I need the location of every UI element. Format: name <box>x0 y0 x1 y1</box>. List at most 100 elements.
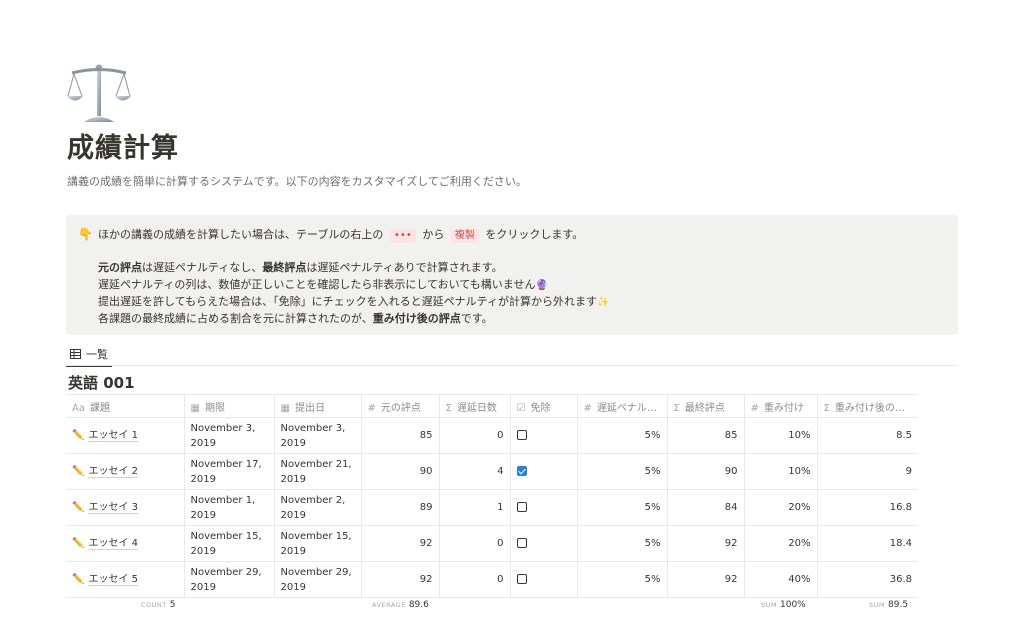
cell-due-date[interactable]: November 3, 2019 <box>184 417 275 454</box>
cell-original-score[interactable]: 90 <box>361 453 440 490</box>
cell-weighted-score[interactable]: 8.5 <box>817 417 918 454</box>
cell-weighted-score[interactable]: 36.8 <box>817 561 918 598</box>
cell-weight[interactable]: 20% <box>744 525 818 562</box>
cell-excused[interactable] <box>510 525 578 562</box>
cell-original-score[interactable]: 85 <box>361 417 440 454</box>
callout-line-3: 遅延ペナルティの列は、数値が正しいことを確認したら非表示にしておいても構いません… <box>98 276 609 293</box>
table-row[interactable]: ✏️ エッセイ 2 November 17, 2019 November 21, 20… <box>66 453 918 490</box>
column-header-late-days[interactable]: Σ 遅延日数 <box>439 394 511 418</box>
table-view-icon <box>70 349 81 359</box>
cell-due-date[interactable]: November 29, 2019 <box>184 561 275 598</box>
callout-block[interactable]: 👇 ほかの講義の成績を計算したい場合は、テーブルの右上の ••• から 複製 を… <box>66 215 958 335</box>
column-header-penalty[interactable]: # 遅延ペナル… <box>577 394 668 418</box>
cell-excused[interactable] <box>510 417 578 454</box>
cell-weight[interactable]: 40% <box>744 561 818 598</box>
pencil-icon: ✏️ <box>72 574 85 585</box>
cell-assignment[interactable]: ✏️ エッセイ 1 <box>66 417 185 454</box>
table-row[interactable]: ✏️ エッセイ 4 November 15, 2019 November 15, 20… <box>66 525 918 562</box>
scale-icon[interactable] <box>66 62 132 124</box>
table-row[interactable]: ✏️ エッセイ 1 November 3, 2019 November 3, 2019… <box>66 417 918 454</box>
callout-text: 提出遅延を許してもらえた場合は、「免除」にチェックを入れると遅延ペナルティが計算… <box>98 295 597 308</box>
page-description[interactable]: 講義の成績を簡単に計算するシステムです。以下の内容をカスタマイズしてご利用くださ… <box>67 173 527 189</box>
column-header-weight[interactable]: # 重み付け <box>744 394 818 418</box>
cell-final-score[interactable]: 85 <box>667 417 745 454</box>
cell-submitted-date[interactable]: November 3, 2019 <box>274 417 362 454</box>
cell-original-score-text: 89 <box>419 502 433 513</box>
view-tab-label: 一覧 <box>86 348 108 361</box>
column-header-due[interactable]: ▦ 期限 <box>184 394 275 418</box>
excused-checkbox[interactable] <box>516 574 527 584</box>
column-header-original-score[interactable]: # 元の評点 <box>361 394 440 418</box>
cell-weight[interactable]: 10% <box>744 453 818 490</box>
cell-weighted-score[interactable]: 18.4 <box>817 525 918 562</box>
column-header-assignment[interactable]: Aa 課題 <box>66 394 185 418</box>
cell-original-score[interactable]: 92 <box>361 561 440 598</box>
cell-assignment[interactable]: ✏️ エッセイ 5 <box>66 561 185 598</box>
cell-final-score[interactable]: 92 <box>667 525 745 562</box>
database-table: Aa 課題 ▦ 期限 ▦ 提出日 # 元の評点 Σ 遅延日数 ☑ 免除 # 遅延ペナル… Σ最… <box>66 394 918 598</box>
cell-original-score[interactable]: 89 <box>361 489 440 526</box>
cell-due-date[interactable]: November 17, 2019 <box>184 453 275 490</box>
cell-penalty[interactable]: 5% <box>577 525 668 562</box>
table-row[interactable]: ✏️ エッセイ 3 November 1, 2019 November 2, 2019… <box>66 489 918 526</box>
formula-icon: Σ <box>445 402 452 414</box>
cell-assignment[interactable]: ✏️ エッセイ 4 <box>66 525 185 562</box>
excused-checkbox[interactable] <box>516 538 527 548</box>
cell-due-date[interactable]: November 1, 2019 <box>184 489 275 526</box>
cell-penalty[interactable]: 5% <box>577 417 668 454</box>
excused-checkbox[interactable] <box>516 430 527 440</box>
cell-late-days-text: 0 <box>497 430 504 441</box>
cell-late-days[interactable]: 1 <box>439 489 511 526</box>
cell-weighted-score[interactable]: 16.8 <box>817 489 918 526</box>
calc-value: 5 <box>169 600 176 610</box>
average-calculation[interactable]: AVERAGE 89.6 <box>372 600 429 610</box>
cell-submitted-date[interactable]: November 2, 2019 <box>274 489 362 526</box>
cell-penalty-text: 5% <box>644 430 661 441</box>
cell-final-score[interactable]: 90 <box>667 453 745 490</box>
table-row[interactable]: ✏️ エッセイ 5 November 29, 2019 November 29, 20… <box>66 561 918 598</box>
cell-late-days[interactable]: 4 <box>439 453 511 490</box>
calc-label: AVERAGE <box>372 601 406 609</box>
database-title[interactable]: 英語 001 <box>68 372 135 393</box>
column-header-final-score[interactable]: Σ 最終評点 <box>667 394 745 418</box>
cell-late-days[interactable]: 0 <box>439 561 511 598</box>
cell-weight[interactable]: 20% <box>744 489 818 526</box>
column-header-excused[interactable]: ☑ 免除 <box>510 394 578 418</box>
cell-submitted-date-text: November 21, 2019 <box>280 458 352 485</box>
cell-assignment[interactable]: ✏️ エッセイ 2 <box>66 453 185 490</box>
cell-penalty-text: 5% <box>644 574 661 585</box>
cell-submitted-date[interactable]: November 29, 2019 <box>274 561 362 598</box>
cell-submitted-date[interactable]: November 15, 2019 <box>274 525 362 562</box>
cell-late-days-text: 0 <box>497 574 504 585</box>
column-header-weighted-score[interactable]: Σ 重み付け後の… <box>817 394 918 418</box>
excused-checkbox[interactable] <box>516 466 527 476</box>
cell-submitted-date-text: November 2, 2019 <box>280 494 346 521</box>
cell-late-days[interactable]: 0 <box>439 417 511 454</box>
callout-body: 元の評点は遅延ペナルティなし、最終評点は遅延ペナルティありで計算されます。 遅延… <box>98 259 609 327</box>
weight-sum-calculation[interactable]: SUM 100% <box>761 600 806 610</box>
cell-weighted-score-text: 18.4 <box>889 538 912 549</box>
count-calculation[interactable]: COUNT 5 <box>141 600 175 610</box>
cell-excused[interactable] <box>510 561 578 598</box>
cell-penalty[interactable]: 5% <box>577 453 668 490</box>
cell-excused[interactable] <box>510 489 578 526</box>
cell-due-date[interactable]: November 15, 2019 <box>184 525 275 562</box>
cell-final-score[interactable]: 84 <box>667 489 745 526</box>
cell-penalty[interactable]: 5% <box>577 489 668 526</box>
cell-final-score[interactable]: 92 <box>667 561 745 598</box>
column-label: 提出日 <box>294 402 325 414</box>
page-title[interactable]: 成績計算 <box>67 126 179 165</box>
cell-original-score[interactable]: 92 <box>361 525 440 562</box>
cell-weighted-score[interactable]: 9 <box>817 453 918 490</box>
weighted-sum-calculation[interactable]: SUM 89.5 <box>869 600 908 610</box>
cell-submitted-date[interactable]: November 21, 2019 <box>274 453 362 490</box>
view-tab-table[interactable]: 一覧 <box>66 343 112 367</box>
cell-weight[interactable]: 10% <box>744 417 818 454</box>
cell-excused[interactable] <box>510 453 578 490</box>
cell-assignment[interactable]: ✏️ エッセイ 3 <box>66 489 185 526</box>
excused-checkbox[interactable] <box>516 502 527 512</box>
column-header-submitted[interactable]: ▦ 提出日 <box>274 394 362 418</box>
cell-submitted-date-text: November 3, 2019 <box>280 422 346 449</box>
cell-penalty[interactable]: 5% <box>577 561 668 598</box>
cell-late-days[interactable]: 0 <box>439 525 511 562</box>
